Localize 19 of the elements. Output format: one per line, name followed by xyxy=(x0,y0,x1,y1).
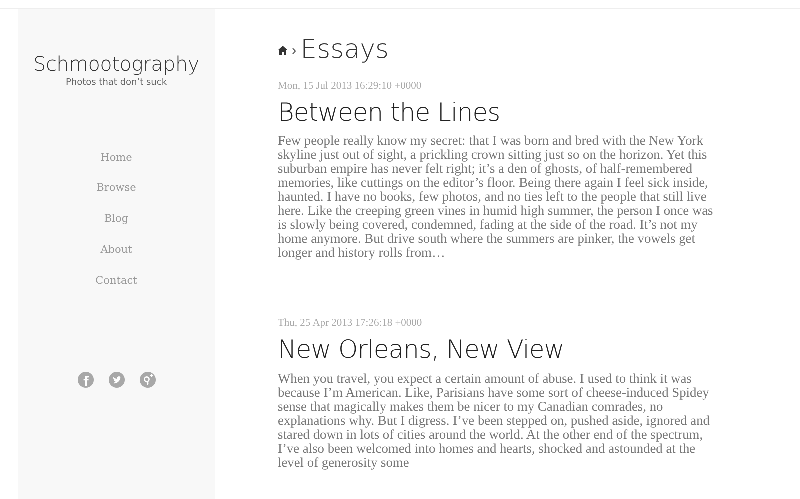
facebook-icon[interactable] xyxy=(78,372,94,388)
post-date: Thu, 25 Apr 2013 17:26:18 +0000 xyxy=(278,317,424,332)
nav-link[interactable]: Home xyxy=(100,150,132,166)
post-title[interactable]: Between the Lines xyxy=(278,98,723,126)
nav-link[interactable]: Blog xyxy=(104,212,129,228)
home-icon[interactable] xyxy=(278,46,288,54)
twitter-icon[interactable] xyxy=(108,372,124,388)
nav-link[interactable]: Contact xyxy=(96,274,138,290)
nav-link[interactable]: About xyxy=(100,242,132,258)
post-date: Mon, 15 Jul 2013 16:29:10 +0000 xyxy=(278,80,423,94)
site-title: Schmootography xyxy=(34,51,200,78)
site-tagline: Photos that don’t suck xyxy=(66,77,168,90)
post-title[interactable]: New Orleans, New View xyxy=(278,336,723,364)
nav-link[interactable]: Browse xyxy=(96,181,136,197)
post-excerpt: Few people really know my secret: that I was born and bred with the New York skyline just out of sight, a prickling crown sitting just so on the horizon. Yet this suburban empire has never felt right; it’s a den of ghosts, of half-remembered memories, like cuttings on the editor’s floor. Being there again I feel sick inside, haunted. I have no books, few photos, and no ties left to the people that still live here. Like the creeping green vines in humid high summer, the person I once was is slowly being covered, condemned, fading at the side of the road. It’s not my home anymore. But drive south where the summers are pinker, the vowels get longer and history rolls from… xyxy=(278,134,714,260)
page-title: Essays xyxy=(300,37,390,63)
breadcrumb-separator: › xyxy=(292,40,297,60)
google-plus-icon[interactable] xyxy=(140,372,156,388)
post-excerpt: When you travel, you expect a certain amount of abuse. I used to think it was because I’m American. Like, Parisians have some sort of cheese-induced Spidey sense that magically makes them be nicer to my Canadian comrades, no explanations why. But I digress. I’ve been stepped on, pushed aside, ignored and stared down in lots of cities around the world. At the other end of the spectrum, I’ve also been welcomed into homes and hearts, shocked and astounded at the level of generosity some xyxy=(278,372,711,470)
